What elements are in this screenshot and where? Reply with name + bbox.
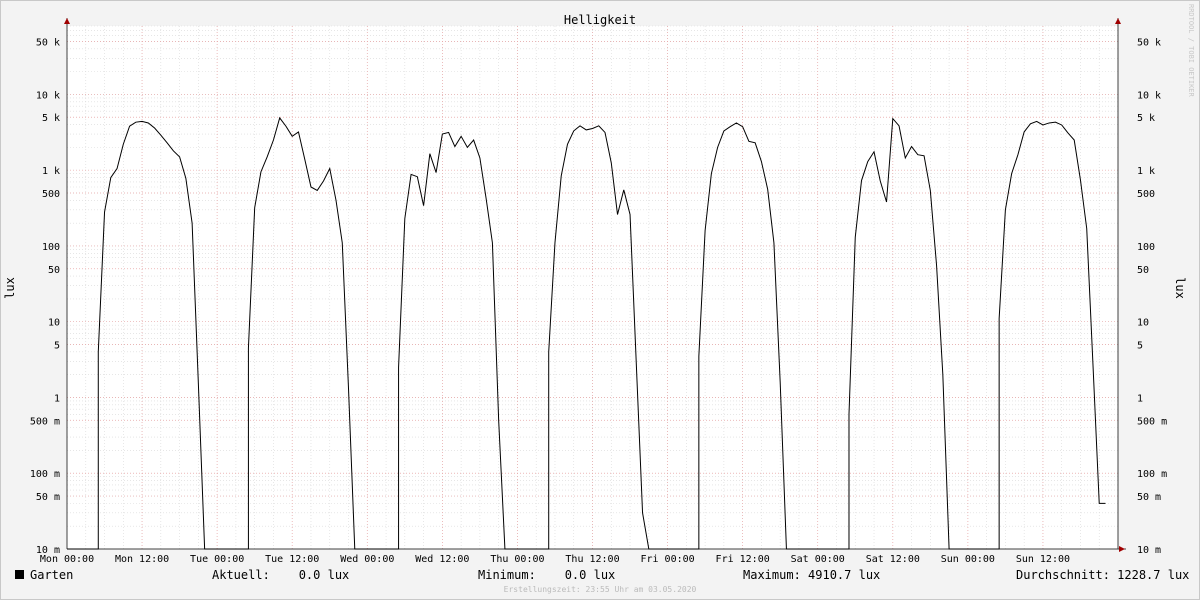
y-tick-label-right: 500 m (1137, 416, 1167, 427)
x-tick-label: Mon 12:00 (115, 554, 169, 565)
legend-current: Aktuell: 0.0 lux (212, 568, 350, 582)
y-tick-label-right: 100 (1137, 242, 1155, 253)
y-axis-label-left: lux (3, 277, 17, 299)
y-tick-label-left: 50 m (36, 492, 60, 503)
legend-series-name: Garten (30, 568, 74, 582)
legend-maximum: Maximum: 4910.7 lux (743, 568, 881, 582)
brightness-chart: 50 k 50 k 10 k 10 k 5 k 5 k 1 k 1 k 500 500 100 100… (3, 4, 1195, 565)
y-tick-label-left: 100 (42, 242, 60, 253)
chart-title: Helligkeit (564, 13, 636, 27)
y-tick-label-left: 5 (54, 341, 60, 352)
y-tick-label-right: 1 (1137, 393, 1143, 404)
y-tick-label-right: 500 (1137, 189, 1155, 200)
y-tick-label-right: 50 k (1137, 37, 1161, 48)
x-tick-label: Thu 12:00 (565, 554, 619, 565)
y-tick-label-left: 500 m (30, 416, 60, 427)
y-tick-label-left: 1 (54, 393, 60, 404)
y-axis-arrow-right (1115, 18, 1121, 24)
x-tick-label: Tue 12:00 (265, 554, 319, 565)
y-tick-label-right: 10 m (1137, 545, 1161, 556)
y-tick-label-left: 500 (42, 189, 60, 200)
x-tick-label: Mon 00:00 (40, 554, 94, 565)
y-tick-label-left: 10 (48, 318, 60, 329)
y-tick-label-left: 100 m (30, 469, 60, 480)
y-tick-label-left: 50 (48, 265, 60, 276)
y-tick-label-right: 50 m (1137, 492, 1161, 503)
x-tick-label: Thu 00:00 (490, 554, 544, 565)
y-tick-label-right: 100 m (1137, 469, 1167, 480)
legend-average: Durchschnitt: 1228.7 lux (1016, 568, 1190, 582)
x-tick-label: Wed 12:00 (415, 554, 469, 565)
legend-minimum: Minimum: 0.0 lux (478, 568, 616, 582)
x-axis-arrow (1119, 546, 1125, 552)
x-tick-label: Sat 00:00 (791, 554, 845, 565)
y-tick-label-right: 1 k (1137, 166, 1155, 177)
x-tick-label: Sat 12:00 (866, 554, 920, 565)
y-tick-label-left: 50 k (36, 37, 60, 48)
y-tick-label-right: 50 (1137, 265, 1149, 276)
y-tick-label-right: 5 k (1137, 113, 1155, 124)
x-tick-label: Tue 00:00 (190, 554, 244, 565)
y-tick-label-left: 1 k (42, 166, 60, 177)
y-axis-arrow-left (64, 18, 70, 24)
y-tick-label-left: 10 k (36, 90, 60, 101)
x-tick-label: Sun 12:00 (1016, 554, 1070, 565)
legend-swatch (15, 570, 24, 579)
watermark: RRDTOOL / TOBI OETIKER (1187, 4, 1195, 98)
y-tick-label-right: 10 (1137, 318, 1149, 329)
x-tick-label: Wed 00:00 (340, 554, 394, 565)
x-tick-label: Fri 12:00 (716, 554, 770, 565)
y-tick-label-right: 10 k (1137, 90, 1161, 101)
x-tick-label: Fri 00:00 (640, 554, 694, 565)
y-tick-label-left: 5 k (42, 113, 60, 124)
grid (66, 25, 1119, 550)
y-tick-label-right: 5 (1137, 341, 1143, 352)
x-tick-label: Sun 00:00 (941, 554, 995, 565)
y-axis-label-right: lux (1173, 277, 1187, 299)
creation-time: Erstellungszeit: 23:55 Uhr am 03.05.2020 (503, 585, 697, 594)
